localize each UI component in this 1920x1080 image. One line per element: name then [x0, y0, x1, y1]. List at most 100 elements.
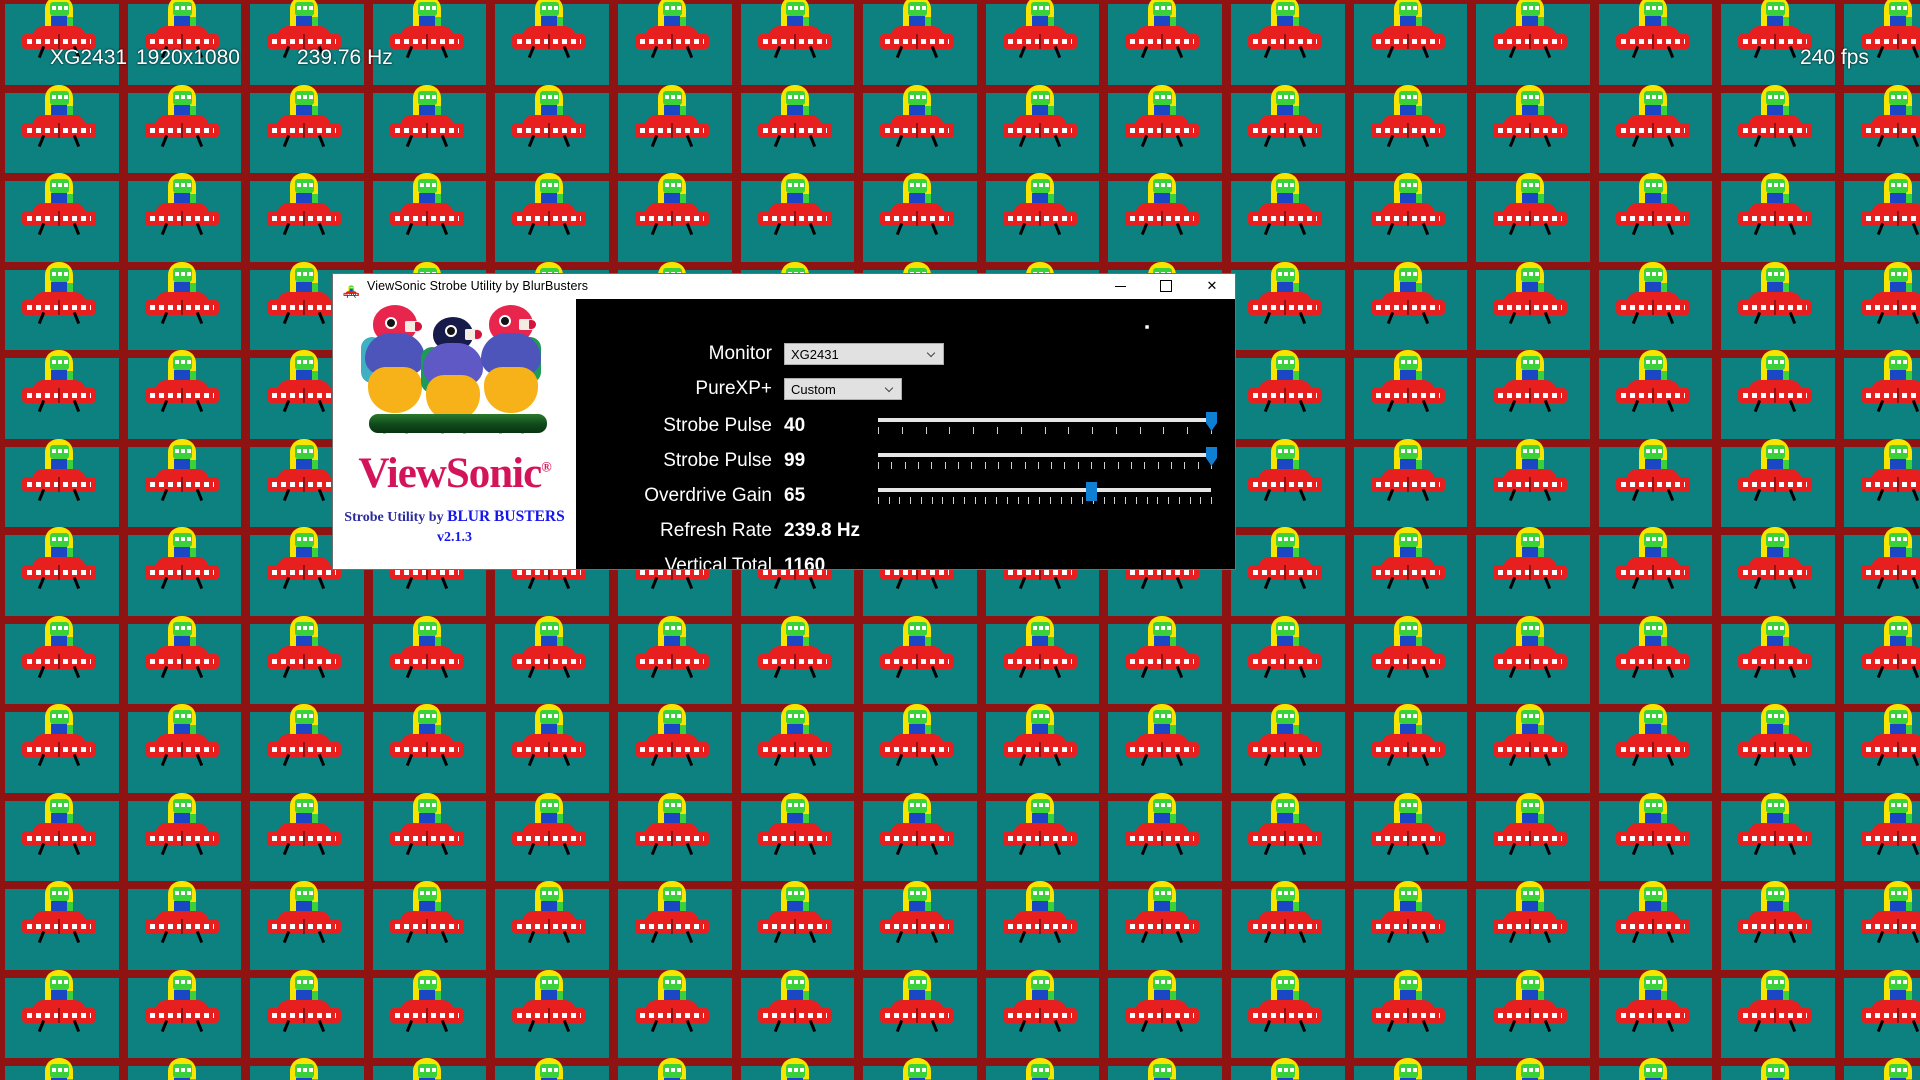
ufo-alien-eye	[1278, 183, 1282, 187]
maximize-button[interactable]	[1143, 274, 1189, 298]
monitor-select[interactable]: XG2431	[784, 343, 944, 365]
purexp-select[interactable]: Custom	[784, 378, 902, 400]
ufo-alien-eye	[297, 891, 301, 895]
ufo-alien-eye	[1407, 6, 1411, 10]
ufo-seam	[916, 123, 918, 138]
ufo-seam	[548, 919, 550, 934]
slider-track[interactable]	[878, 488, 1211, 492]
ufo-alien-eye	[1529, 272, 1533, 276]
ufo-alien-eye	[1897, 272, 1901, 276]
strobe-utility-window[interactable]: ViewSonic Strobe Utility by BlurBusters …	[333, 274, 1235, 569]
ufo-alien-eye	[297, 537, 301, 541]
ufo-alien-eye	[1401, 272, 1405, 276]
ufo-alien-eye	[1768, 626, 1772, 630]
slider-track[interactable]	[878, 418, 1211, 422]
ufo-hull	[22, 388, 96, 403]
ufo-seam	[1897, 654, 1899, 669]
ufo-seam	[1529, 1008, 1531, 1023]
ufo-alien-eye	[309, 1068, 313, 1072]
ufo-seam	[1529, 654, 1531, 669]
ufo-alien-eye	[794, 183, 798, 187]
ufo-hull	[145, 565, 219, 580]
ufo-alien-eye	[1290, 272, 1294, 276]
ufo-seam	[1284, 831, 1286, 846]
ufo-alien-eye	[1413, 360, 1417, 364]
ufo-hull	[22, 654, 96, 669]
ufo-icon	[1859, 527, 1920, 590]
ufo-alien-eye	[420, 714, 424, 718]
ufo-seam	[58, 1008, 60, 1023]
ufo-alien-eye	[309, 183, 313, 187]
ufo-alien-eye	[1903, 272, 1907, 276]
ufo-seam	[1897, 388, 1899, 403]
ufo-alien-eye	[1155, 6, 1159, 10]
ufo-seam	[58, 831, 60, 846]
ufo-alien-eye	[788, 1068, 792, 1072]
slider-thumb[interactable]	[1086, 482, 1098, 501]
ufo-alien-eye	[52, 714, 56, 718]
ufo-alien-eye	[1768, 6, 1772, 10]
ufo-alien-eye	[1155, 714, 1159, 718]
window-controls[interactable]: ✕	[1097, 274, 1235, 298]
ufo-hull	[1738, 831, 1812, 846]
ufo-alien-eye	[671, 714, 675, 718]
ufo-alien-eye	[1167, 1068, 1171, 1072]
ufo-alien-eye	[52, 626, 56, 630]
strobe-pulse-slider-1[interactable]	[878, 411, 1217, 441]
ufo-alien-eye	[665, 1068, 669, 1072]
ufo-alien-eye	[922, 6, 926, 10]
ufo-alien-eye	[426, 95, 430, 99]
ufo-seam	[1897, 34, 1899, 49]
ufo-hull	[1493, 300, 1567, 315]
ufo-seam	[1897, 742, 1899, 757]
ufo-icon	[1736, 616, 1814, 679]
ufo-alien-eye	[1891, 803, 1895, 807]
ufo-icon	[1369, 881, 1447, 944]
slider-track[interactable]	[878, 453, 1211, 457]
ufo-alien-eye	[64, 95, 68, 99]
ufo-alien-eye	[1652, 272, 1656, 276]
refresh-rate-row: Refresh Rate 239.8 Hz	[576, 514, 1235, 548]
ufo-hull	[1738, 565, 1812, 580]
ufo-seam	[426, 831, 428, 846]
ufo-alien-eye	[1646, 803, 1650, 807]
ufo-alien-eye	[1903, 626, 1907, 630]
ufo-alien-eye	[916, 95, 920, 99]
close-button[interactable]: ✕	[1189, 274, 1235, 298]
window-titlebar[interactable]: ViewSonic Strobe Utility by BlurBusters …	[333, 274, 1235, 299]
ufo-alien-eye	[1284, 714, 1288, 718]
viewsonic-birds-logo	[347, 305, 562, 439]
ufo-seam	[426, 34, 428, 49]
ufo-hull	[1371, 123, 1445, 138]
ufo-seam	[1774, 742, 1776, 757]
ufo-alien-eye	[1278, 449, 1282, 453]
ufo-alien-eye	[181, 449, 185, 453]
ufo-seam	[1529, 34, 1531, 49]
ufo-hull	[1738, 477, 1812, 492]
ufo-seam	[1529, 742, 1531, 757]
ufo-alien-eye	[420, 891, 424, 895]
overdrive-gain-slider[interactable]	[878, 481, 1212, 511]
ufo-seam	[1652, 919, 1654, 934]
ufo-seam	[426, 1008, 428, 1023]
ufo-icon	[265, 85, 343, 148]
ufo-alien-eye	[542, 1068, 546, 1072]
ufo-seam	[916, 1008, 918, 1023]
ufo-alien-eye	[1658, 360, 1662, 364]
ufo-alien-eye	[1646, 537, 1650, 541]
ufo-alien-eye	[64, 891, 68, 895]
ufo-alien-eye	[1780, 1068, 1784, 1072]
minimize-button[interactable]	[1097, 274, 1143, 298]
ufo-hull	[758, 1008, 832, 1023]
ufo-alien-eye	[542, 980, 546, 984]
ufo-alien-eye	[1407, 95, 1411, 99]
ufo-icon	[1369, 527, 1447, 590]
ufo-icon	[1246, 1058, 1324, 1080]
strobe-pulse-slider-2[interactable]	[878, 446, 1217, 476]
ufo-alien-eye	[1045, 1068, 1049, 1072]
ufo-alien-eye	[297, 803, 301, 807]
ufo-seam	[181, 123, 183, 138]
ufo-icon	[1491, 350, 1569, 413]
ufo-seam	[1652, 388, 1654, 403]
monitor-select-value: XG2431	[791, 346, 839, 362]
